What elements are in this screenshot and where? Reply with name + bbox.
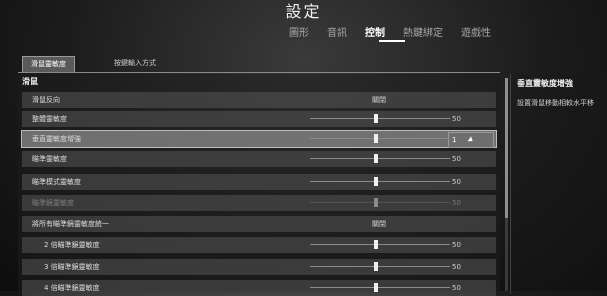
slider-track: [310, 202, 450, 203]
setting-row-scope-sensitivity: 瞄準鏡靈敏度 50: [22, 195, 496, 211]
setting-label: 垂直靈敏度增強: [32, 135, 81, 143]
slider-track[interactable]: [310, 244, 450, 245]
setting-label: 3 倍瞄準鏡靈敏度: [44, 263, 100, 271]
slider-thumb[interactable]: [374, 262, 378, 271]
setting-label: 2 倍瞄準鏡靈敏度: [44, 241, 100, 249]
toggle-value[interactable]: 關閉: [372, 92, 386, 108]
slider-track[interactable]: [310, 181, 450, 182]
setting-row-2x-scope-sensitivity[interactable]: 2 倍瞄準鏡靈敏度 50: [22, 237, 496, 253]
setting-row-unify-scope-sensitivity[interactable]: 將所有瞄準鏡靈敏度統一 關閉: [22, 216, 496, 232]
setting-label: 瞄準靈敏度: [32, 155, 67, 163]
slider-value: 50: [452, 115, 461, 123]
settings-scrollbar[interactable]: [505, 78, 508, 291]
slider-thumb[interactable]: [374, 134, 378, 143]
slider-value: 50: [452, 199, 461, 207]
slider-track[interactable]: [310, 287, 450, 288]
setting-label: 滑鼠反向: [32, 96, 60, 104]
sub-tabs: 滑鼠靈敏度 按鍵輸入方式: [18, 56, 500, 73]
description-text: 設置滑鼠移動相較水平移: [517, 99, 594, 107]
settings-panel: 滑鼠 滑鼠反向 關閉 整體靈敏度 50 垂直靈敏度增強 1 瞄準靈敏度 50 瞄…: [18, 74, 500, 296]
tab-gameplay[interactable]: 遊戲性: [461, 24, 491, 39]
tab-audio[interactable]: 音訊: [327, 24, 347, 39]
slider-track[interactable]: [310, 118, 450, 119]
main-tabs: 圖形 音訊 控制 熱鍵綁定 遊戲性: [289, 24, 509, 39]
setting-row-aim-mode-sensitivity[interactable]: 瞄準模式靈敏度 50: [22, 174, 496, 190]
setting-row-invert-mouse[interactable]: 滑鼠反向 關閉: [22, 92, 496, 108]
setting-label: 將所有瞄準鏡靈敏度統一: [32, 220, 109, 228]
value-input-text: 1: [452, 136, 457, 144]
slider-track[interactable]: [310, 138, 450, 139]
toggle-value[interactable]: 關閉: [372, 216, 386, 232]
setting-row-overall-sensitivity[interactable]: 整體靈敏度 50: [22, 111, 496, 127]
slider-track[interactable]: [310, 266, 450, 267]
tab-graphics[interactable]: 圖形: [289, 24, 309, 39]
setting-label: 瞄準鏡靈敏度: [32, 199, 74, 207]
setting-row-3x-scope-sensitivity[interactable]: 3 倍瞄準鏡靈敏度 50: [22, 259, 496, 275]
slider-thumb[interactable]: [374, 177, 378, 186]
slider-value: 50: [452, 155, 461, 163]
description-panel: 垂直靈敏度增強 設置滑鼠移動相較水平移: [510, 74, 607, 294]
slider-thumb[interactable]: [374, 240, 378, 249]
subtab-key-input-method[interactable]: 按鍵輸入方式: [106, 56, 164, 71]
description-title: 垂直靈敏度增強: [517, 79, 573, 88]
setting-row-aim-sensitivity[interactable]: 瞄準靈敏度 50: [22, 151, 496, 167]
section-label-mouse: 滑鼠: [22, 77, 38, 86]
page-title: 設定: [285, 2, 322, 21]
setting-row-vertical-sensitivity-boost[interactable]: 垂直靈敏度增強 1: [21, 130, 497, 148]
scrollbar-thumb[interactable]: [505, 78, 508, 218]
tab-controls[interactable]: 控制: [365, 24, 385, 39]
setting-label: 整體靈敏度: [32, 115, 67, 123]
active-tab-indicator: [379, 40, 405, 42]
setting-label: 4 倍瞄準鏡靈敏度: [44, 284, 100, 292]
slider-thumb[interactable]: [374, 114, 378, 123]
slider-thumb: [374, 198, 378, 207]
slider-value: 50: [452, 263, 461, 271]
slider-value: 50: [452, 284, 461, 292]
slider-track[interactable]: [310, 158, 450, 159]
slider-value: 50: [452, 178, 461, 186]
setting-row-4x-scope-sensitivity[interactable]: 4 倍瞄準鏡靈敏度 50: [22, 280, 496, 296]
slider-thumb[interactable]: [374, 154, 378, 163]
subtab-mouse-sensitivity[interactable]: 滑鼠靈敏度: [22, 56, 75, 72]
tab-keybindings[interactable]: 熱鍵綁定: [403, 24, 443, 39]
setting-label: 瞄準模式靈敏度: [32, 178, 81, 186]
slider-value: 50: [452, 241, 461, 249]
